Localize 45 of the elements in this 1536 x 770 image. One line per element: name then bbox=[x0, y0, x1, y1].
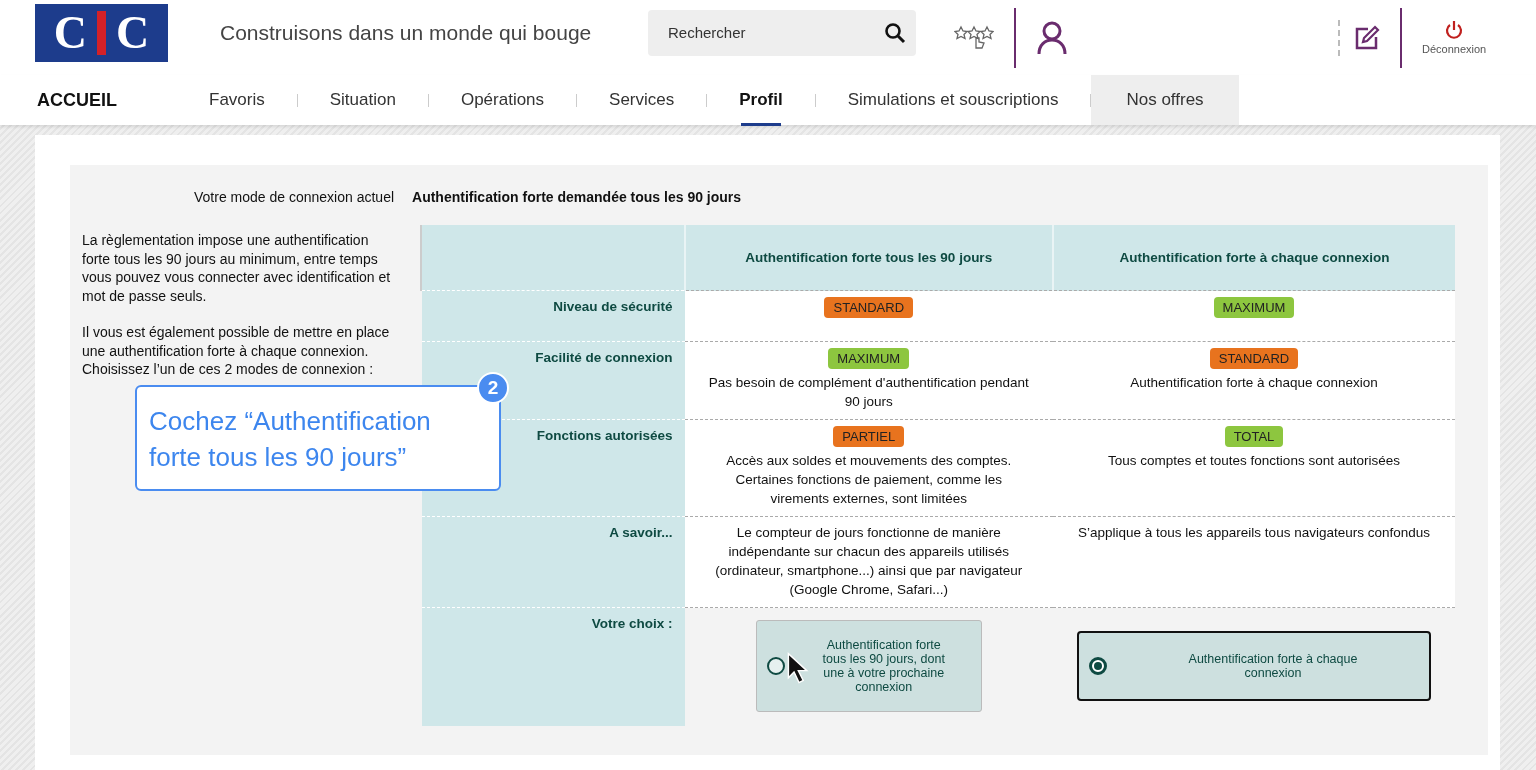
search-field[interactable]: Rechercher bbox=[666, 23, 870, 42]
nav-tab[interactable]: ACCUEIL bbox=[37, 75, 177, 125]
nav-tab[interactable]: Opérations bbox=[428, 75, 577, 125]
cell-text: Authentification forte à chaque connexion bbox=[1129, 374, 1379, 392]
cell-text: S’applique à tous les appareils tous navigateurs confondus bbox=[1077, 524, 1431, 542]
cell-text: Accès aux soldes et mouvements des comptes. Certaines fonctions de paiement, comme les virements externes, sont limitées bbox=[725, 452, 1013, 508]
level-badge: MAXIMUM bbox=[828, 348, 910, 369]
nav-tab[interactable]: Favoris bbox=[177, 75, 297, 125]
intro-paragraph: La règlementation impose une authentification forte tous les 90 jours au minimum, entre temps vous pouvez vous connecter avec identification et mot de passe seuls. bbox=[82, 231, 392, 305]
choice-option[interactable]: Authentification forte à chaque connexion bbox=[1077, 631, 1431, 701]
logout-link[interactable]: Déconnexion bbox=[1422, 43, 1487, 55]
cell-text: Tous comptes et toutes fonctions sont autorisées bbox=[1107, 452, 1401, 470]
cursor-icon bbox=[787, 652, 811, 685]
row-label: Niveau de sécurité bbox=[553, 299, 673, 314]
cell-text: Pas besoin de complément d'authentification pendant 90 jours bbox=[708, 374, 1029, 411]
radio-button[interactable] bbox=[1089, 657, 1107, 675]
column-header: Authentification forte à chaque connexion bbox=[1119, 250, 1390, 265]
edit-icon[interactable] bbox=[1354, 24, 1380, 51]
nav-tab[interactable]: Situation bbox=[297, 75, 428, 125]
level-badge: STANDARD bbox=[1209, 348, 1299, 369]
search-bar[interactable]: Rechercher bbox=[648, 9, 916, 56]
nav-tab[interactable]: Simulations et souscriptions bbox=[815, 75, 1091, 125]
choice-option[interactable]: Authentification forte tous les 90 jours, dont une à votre prochaine connexion bbox=[755, 620, 982, 712]
power-icon[interactable] bbox=[1444, 20, 1465, 40]
level-badge: TOTAL bbox=[1224, 426, 1284, 447]
current-mode-value: Authentification forte demandée tous les 90 jours bbox=[412, 189, 742, 205]
nav-tab[interactable]: Services bbox=[577, 75, 707, 125]
search-icon[interactable] bbox=[884, 21, 906, 44]
nav-tab[interactable]: Nos offres bbox=[1091, 75, 1239, 125]
row-label: Facilité de connexion bbox=[535, 350, 673, 365]
cic-logo[interactable]: C C bbox=[35, 3, 168, 62]
nav-tab[interactable]: Profil bbox=[707, 75, 815, 125]
tagline: Construisons dans un monde qui bouge bbox=[220, 20, 593, 45]
column-header: Authentification forte tous les 90 jours bbox=[745, 250, 993, 265]
level-badge: MAXIMUM bbox=[1213, 297, 1295, 318]
radio-button[interactable] bbox=[766, 657, 785, 675]
row-label: Fonctions autorisées bbox=[536, 428, 673, 443]
row-label: Votre choix : bbox=[591, 616, 673, 631]
level-badge: STANDARD bbox=[824, 297, 914, 318]
row-label: A savoir... bbox=[609, 525, 673, 540]
level-badge: PARTIEL bbox=[833, 426, 905, 447]
user-icon[interactable] bbox=[1036, 19, 1068, 56]
current-mode-label: Votre mode de connexion actuel bbox=[194, 189, 395, 205]
intro-paragraph: Il vous est également possible de mettre en place une authentification forte à chaque connexion. Choisissez l’un de ces 2 modes de connexion : bbox=[82, 323, 391, 379]
cell-text: Le compteur de jours fonctionne de manière indépendante sur chacun des appareils utilisés (ordinateur, smartphone...) ainsi que par navigateur (Google Chrome, Safari...) bbox=[714, 524, 1024, 599]
